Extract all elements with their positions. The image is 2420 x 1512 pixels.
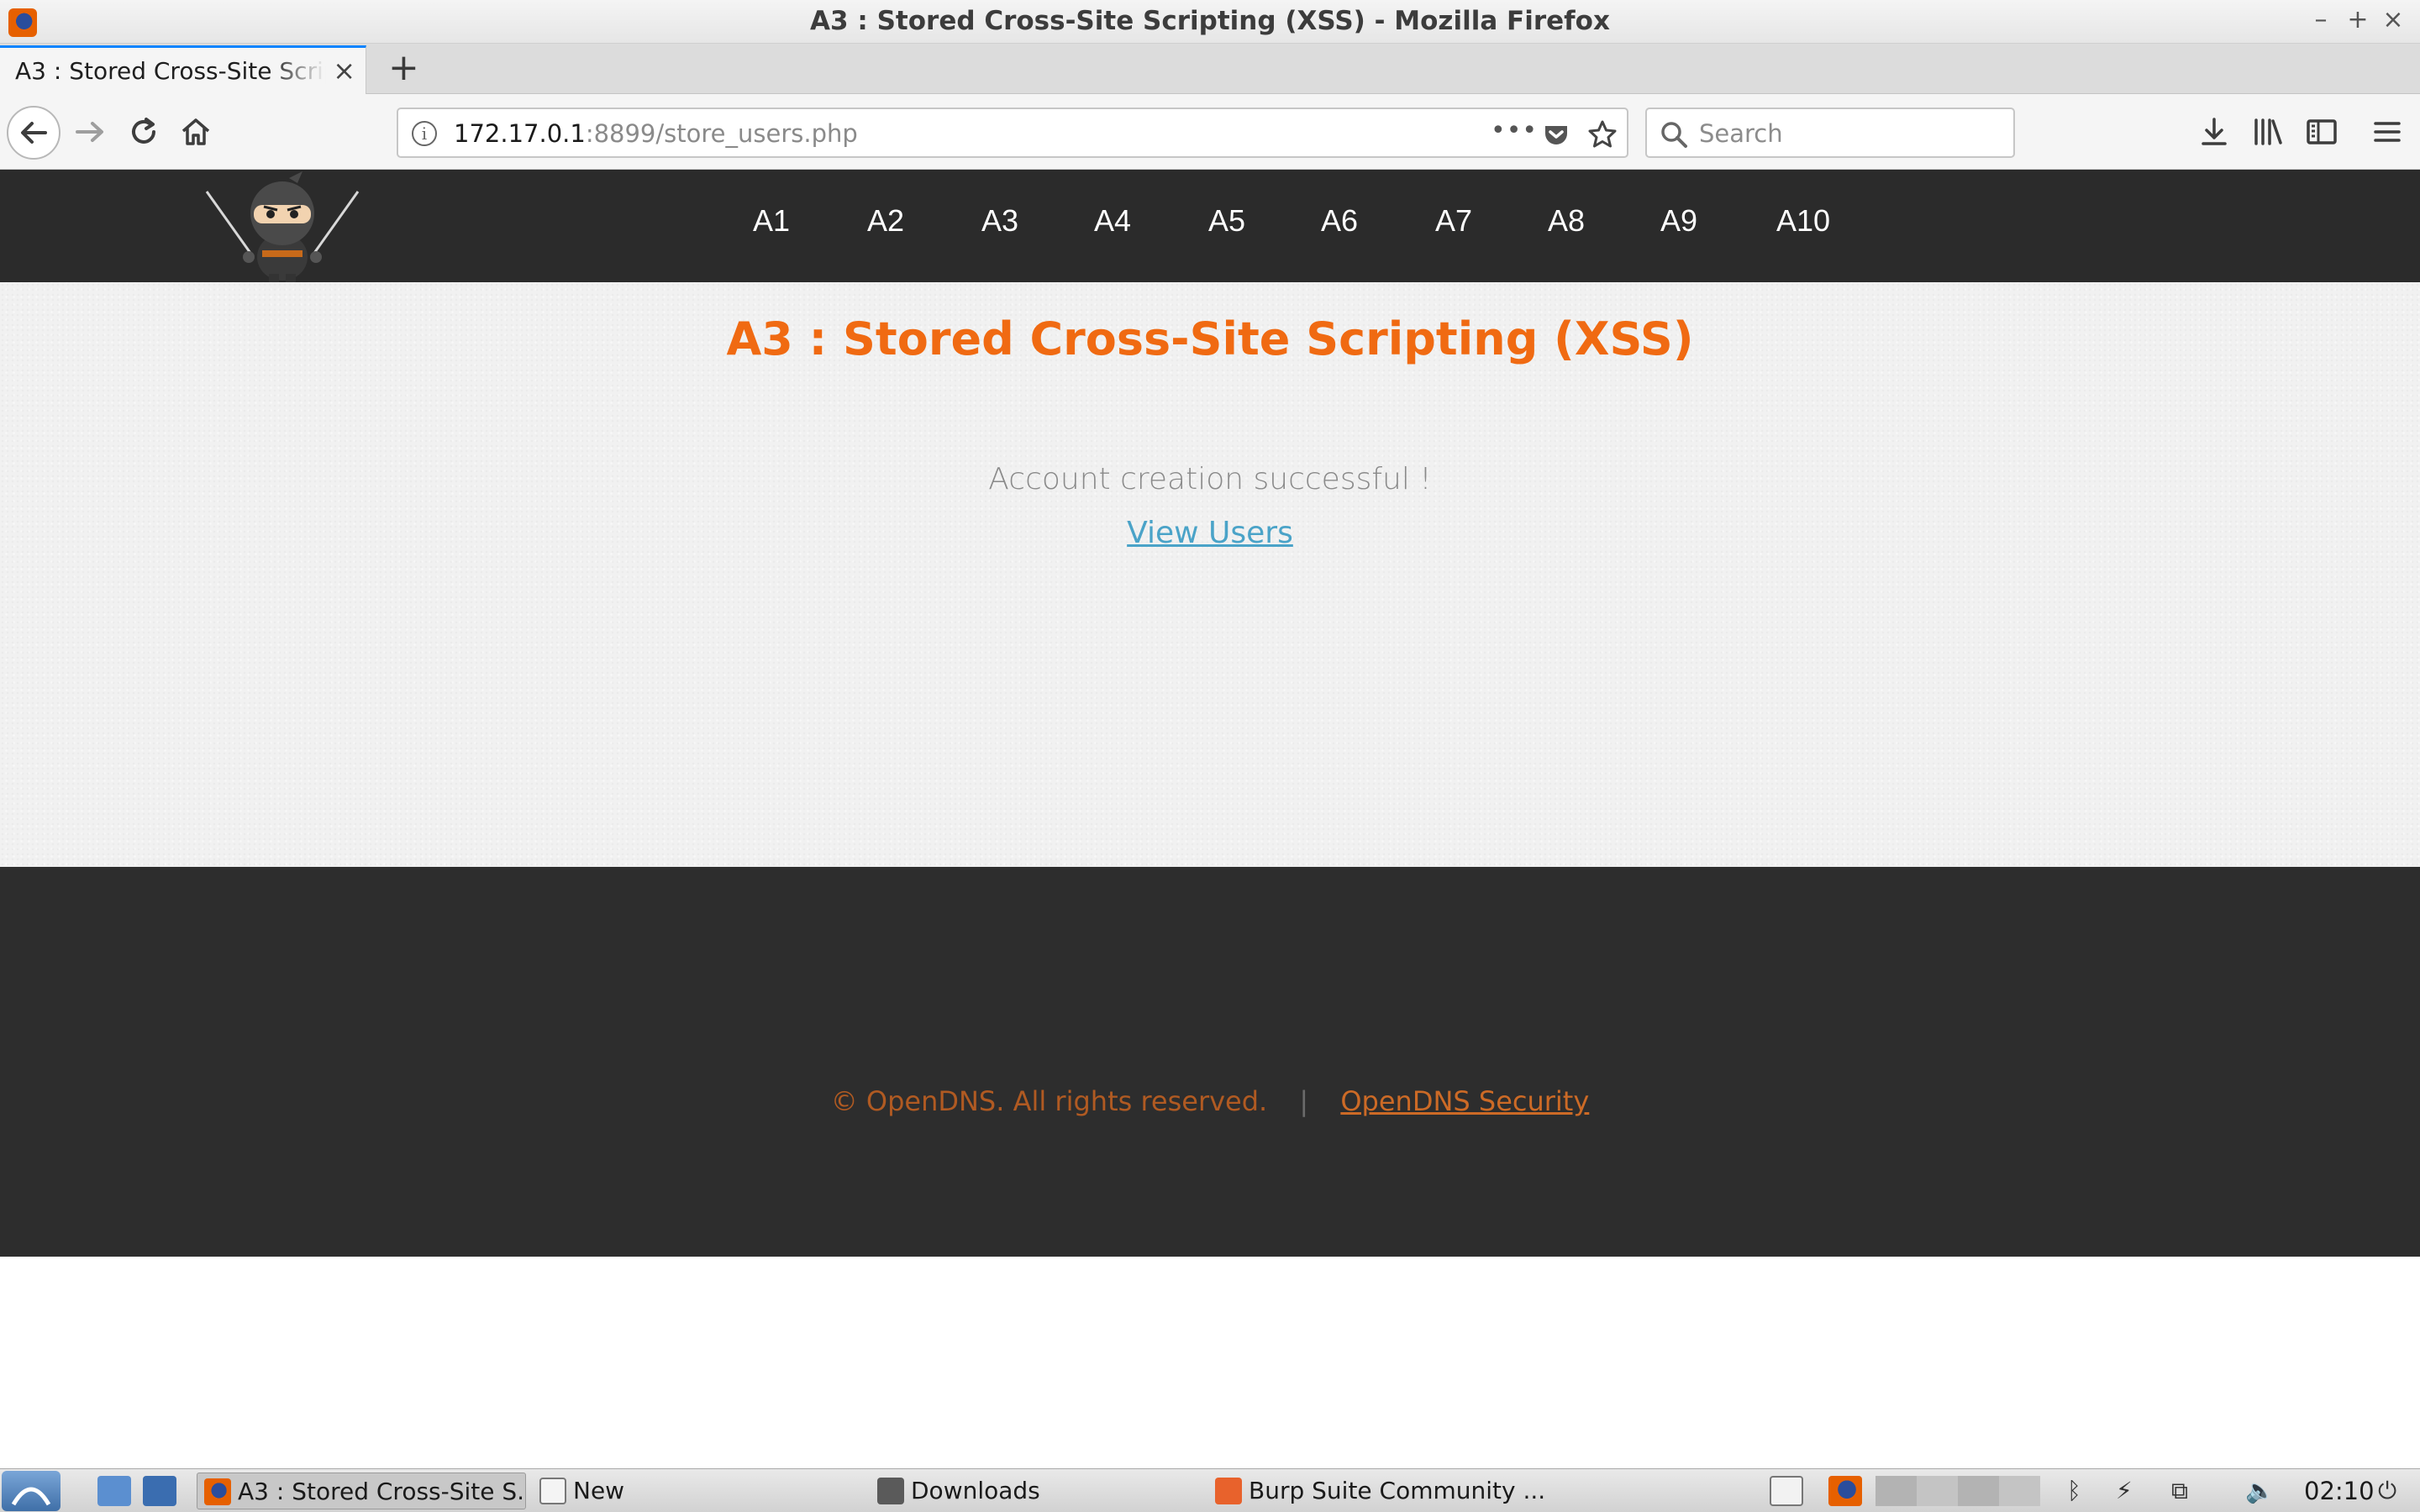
desktop-launcher-icon[interactable] bbox=[143, 1476, 176, 1506]
start-menu-button[interactable] bbox=[2, 1471, 60, 1511]
site-header: A1 A2 A3 A4 A5 A6 A7 A8 A9 A10 bbox=[0, 170, 2420, 282]
firefox-icon bbox=[204, 1478, 231, 1505]
nav-item-a1[interactable]: A1 bbox=[753, 203, 790, 239]
url-host: 172.17.0.1 bbox=[454, 119, 586, 148]
close-window-button[interactable]: × bbox=[2376, 3, 2410, 37]
opendns-security-link[interactable]: OpenDNS Security bbox=[1340, 1085, 1589, 1117]
home-icon[interactable] bbox=[176, 113, 215, 151]
back-arrow-icon bbox=[21, 122, 47, 144]
url-path: :8899/store_users.php bbox=[585, 119, 858, 148]
url-bar[interactable]: i 172.17.0.1:8899/store_users.php ••• bbox=[397, 108, 1628, 158]
url-text[interactable]: 172.17.0.1:8899/store_users.php bbox=[454, 119, 858, 148]
start-logo-icon bbox=[11, 1487, 51, 1506]
clock[interactable]: 02:10 bbox=[2304, 1474, 2375, 1508]
window-title: A3 : Stored Cross-Site Scripting (XSS) -… bbox=[810, 6, 1610, 36]
library-icon[interactable] bbox=[2249, 113, 2287, 151]
pocket-icon[interactable] bbox=[1541, 119, 1571, 150]
nav-item-a9[interactable]: A9 bbox=[1660, 203, 1697, 239]
site-footer: © OpenDNS. All rights reserved. | OpenDN… bbox=[0, 867, 2420, 1257]
taskbar-task-label: Downloads bbox=[911, 1477, 1040, 1504]
new-tab-button[interactable]: + bbox=[388, 47, 419, 89]
taskbar-task-firefox[interactable]: A3 : Stored Cross-Site S... bbox=[197, 1473, 526, 1509]
taskbar-task-burp[interactable]: Burp Suite Community ... bbox=[1208, 1473, 1561, 1509]
page-blank-area bbox=[0, 1257, 2420, 1468]
taskbar-task-label: Burp Suite Community ... bbox=[1249, 1477, 1546, 1504]
nav-item-a7[interactable]: A7 bbox=[1435, 203, 1472, 239]
nav-item-a3[interactable]: A3 bbox=[981, 203, 1018, 239]
success-message: Account creation successful ! bbox=[988, 462, 1432, 496]
reload-icon[interactable] bbox=[124, 113, 163, 151]
taskbar: A3 : Stored Cross-Site S... New Download… bbox=[0, 1468, 2420, 1512]
text-editor-icon bbox=[539, 1478, 566, 1504]
window-titlebar: A3 : Stored Cross-Site Scripting (XSS) -… bbox=[0, 0, 2420, 44]
sidebar-icon[interactable] bbox=[2302, 113, 2341, 151]
tab-active[interactable]: A3 : Stored Cross-Site Scripting (XSS) × bbox=[0, 45, 366, 94]
folder-icon bbox=[877, 1478, 904, 1504]
menu-hamburger-icon[interactable] bbox=[2368, 113, 2407, 151]
window-list-icon[interactable] bbox=[1770, 1476, 1803, 1506]
back-button[interactable] bbox=[7, 106, 60, 160]
nav-item-a4[interactable]: A4 bbox=[1094, 203, 1131, 239]
copyright-text: © OpenDNS. All rights reserved. bbox=[830, 1085, 1268, 1117]
page-actions-icon[interactable]: ••• bbox=[1491, 116, 1538, 145]
taskbar-task-new[interactable]: New bbox=[533, 1473, 701, 1509]
network-icon[interactable]: ⧉ bbox=[2171, 1474, 2188, 1508]
site-info-icon[interactable]: i bbox=[412, 121, 437, 146]
workspace-switcher[interactable] bbox=[1876, 1476, 2040, 1506]
nav-item-a10[interactable]: A10 bbox=[1776, 203, 1830, 239]
page-title: A3 : Stored Cross-Site Scripting (XSS) bbox=[726, 312, 1694, 365]
file-manager-launcher-icon[interactable] bbox=[97, 1476, 131, 1506]
nav-item-a5[interactable]: A5 bbox=[1208, 203, 1245, 239]
tab-strip: A3 : Stored Cross-Site Scripting (XSS) ×… bbox=[0, 44, 2420, 94]
maximize-button[interactable]: + bbox=[2341, 3, 2375, 37]
search-placeholder: Search bbox=[1699, 119, 1783, 148]
forward-icon[interactable] bbox=[71, 113, 109, 151]
minimize-button[interactable]: – bbox=[2304, 3, 2338, 37]
view-users-container: View Users bbox=[0, 516, 2420, 550]
nav-toolbar: i 172.17.0.1:8899/store_users.php ••• Se… bbox=[0, 94, 2420, 170]
search-bar[interactable]: Search bbox=[1645, 108, 2015, 158]
view-users-link[interactable]: View Users bbox=[1127, 516, 1293, 550]
taskbar-task-downloads[interactable]: Downloads bbox=[871, 1473, 1173, 1509]
bluetooth-icon[interactable]: ᛒ bbox=[2067, 1474, 2081, 1508]
bookmark-star-icon[interactable] bbox=[1586, 118, 1618, 150]
tab-title: A3 : Stored Cross-Site Scripting (XSS) bbox=[15, 57, 326, 85]
power-button-icon[interactable]: ⏻ bbox=[2378, 1474, 2396, 1508]
volume-icon[interactable]: 🔈 bbox=[2245, 1474, 2275, 1508]
nav-item-a2[interactable]: A2 bbox=[867, 203, 904, 239]
workspace-firefox-icon[interactable] bbox=[1828, 1476, 1862, 1506]
footer-separator: | bbox=[1299, 1085, 1309, 1117]
tab-close-button[interactable]: × bbox=[333, 55, 355, 87]
page-content: A3 : Stored Cross-Site Scripting (XSS) A… bbox=[0, 282, 2420, 867]
owasp-top10-nav: A1 A2 A3 A4 A5 A6 A7 A8 A9 A10 bbox=[0, 170, 2420, 270]
taskbar-task-label: New bbox=[573, 1477, 625, 1504]
downloads-icon[interactable] bbox=[2195, 113, 2233, 151]
taskbar-task-label: A3 : Stored Cross-Site S... bbox=[238, 1478, 526, 1505]
power-manager-icon[interactable]: ⚡ bbox=[2116, 1474, 2133, 1508]
footer-line: © OpenDNS. All rights reserved. | OpenDN… bbox=[0, 1085, 2420, 1117]
nav-item-a8[interactable]: A8 bbox=[1548, 203, 1585, 239]
search-icon bbox=[1661, 122, 1687, 148]
burp-icon bbox=[1215, 1478, 1242, 1504]
nav-item-a6[interactable]: A6 bbox=[1321, 203, 1358, 239]
